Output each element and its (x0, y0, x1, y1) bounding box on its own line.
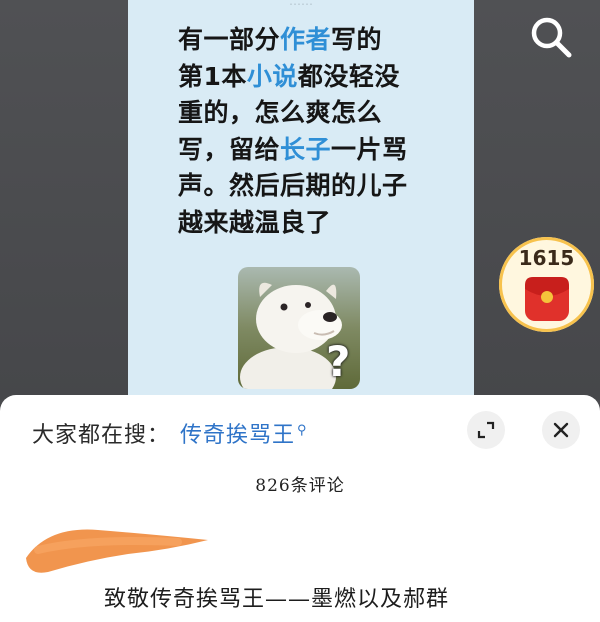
close-icon (553, 422, 569, 438)
post-line-4: 写，留给长子一片骂 (178, 134, 408, 164)
search-button[interactable] (528, 14, 574, 60)
comments-panel: 大家都在搜： 传奇挨骂王 ⚲ 826条评论 致敬传奇挨骂王——墨燃以及郝群 (0, 395, 600, 622)
highlight-novel: 小说 (246, 61, 298, 91)
post-line-6: 越来越温良了 (178, 207, 332, 237)
coin-reward-badge[interactable]: 1615 (499, 237, 594, 332)
post-line-1: 有一部分作者写的 (178, 25, 383, 54)
coin-count: 1615 (518, 246, 575, 270)
dog-meme-image: ? (238, 267, 360, 389)
trending-search-label: 大家都在搜： (32, 423, 171, 448)
trending-search-term[interactable]: 传奇挨骂王 (180, 423, 295, 448)
search-icon (531, 17, 572, 58)
post-line-5: 声。然后后期的儿子 (178, 171, 408, 200)
expand-icon (477, 421, 495, 439)
trending-search-row[interactable]: 大家都在搜： 传奇挨骂王 ⚲ (32, 417, 308, 449)
post-line-2: 第1本小说都没轻没 (178, 61, 400, 91)
highlight-author: 作者 (280, 25, 332, 54)
highlight-eldest-son: 长子 (280, 134, 332, 164)
redaction-scribble (26, 529, 208, 573)
meme-question-mark: ? (326, 337, 351, 386)
close-button[interactable] (542, 411, 580, 449)
post-line-3: 重的，怎么爽怎么 (178, 98, 383, 127)
comment-count: 826条评论 (255, 476, 345, 496)
expand-button[interactable] (467, 411, 505, 449)
search-icon: ⚲ (297, 422, 308, 438)
post-text: 有一部分作者写的 第1本小说都没轻没 重的，怎么爽怎么 写，留给长子一片骂 声。… (178, 22, 448, 241)
red-packet-icon (525, 277, 569, 321)
post-top-text: …… (289, 0, 313, 8)
comment-text: 致敬传奇挨骂王——墨燃以及郝群 (104, 587, 450, 612)
